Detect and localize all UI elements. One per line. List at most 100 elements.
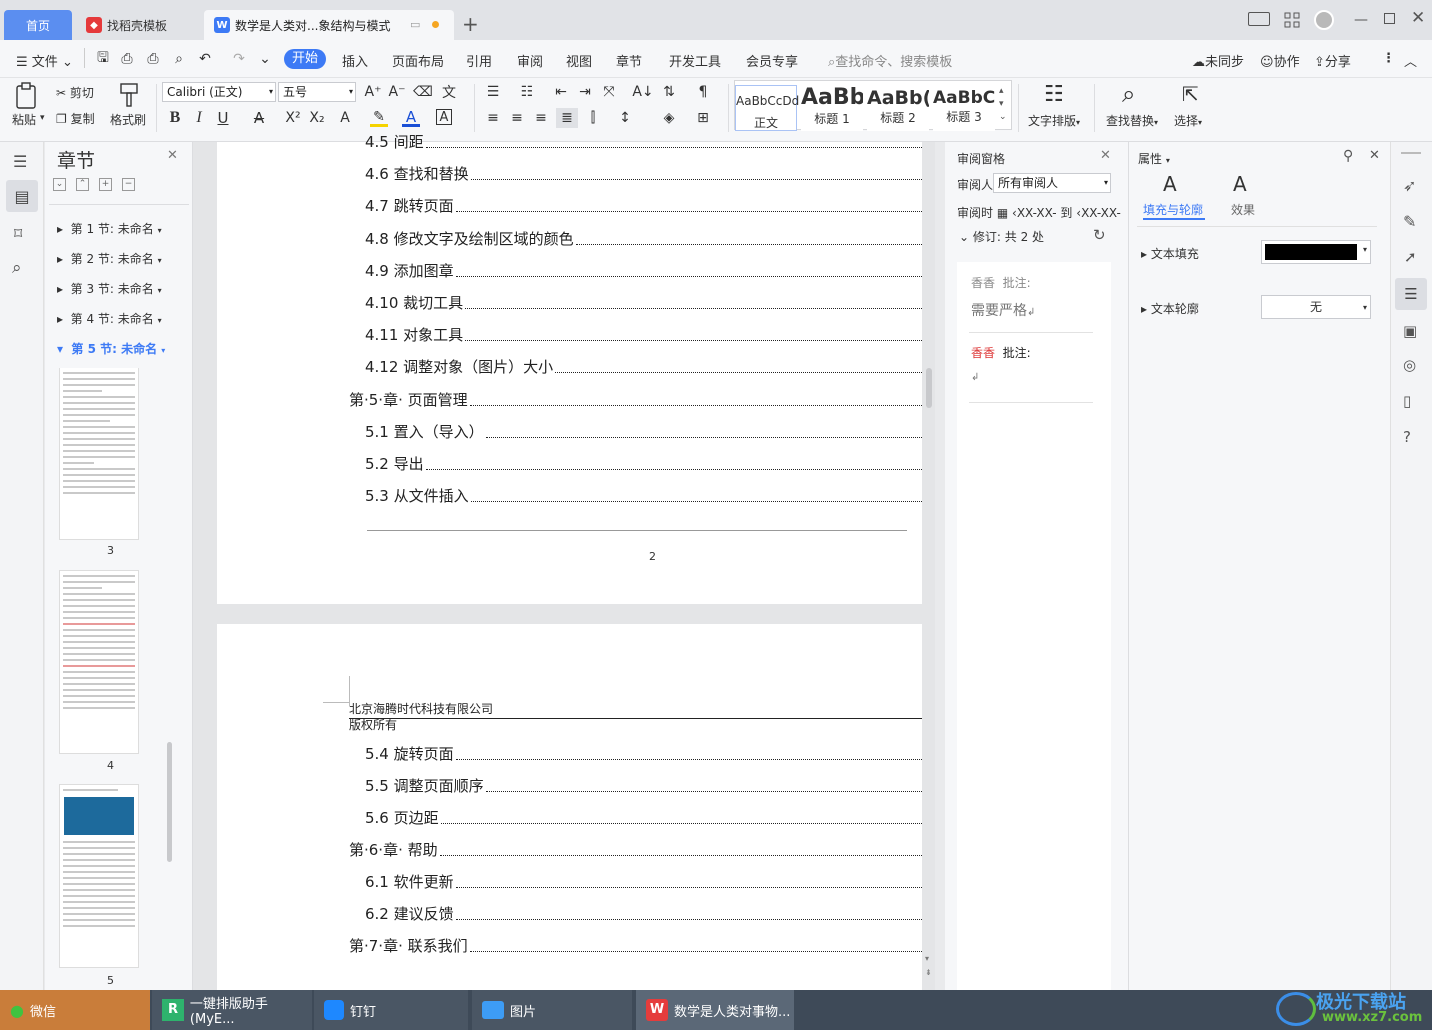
toc-entry[interactable]: 4.9 添加图章 [365, 261, 922, 281]
collapse-all-icon[interactable]: ⌄ [53, 178, 66, 191]
save-icon[interactable]: 🖫 [94, 50, 112, 68]
text-layout-icon[interactable]: ☷ [1044, 82, 1064, 107]
tab-start[interactable]: 开始 [284, 49, 326, 69]
chapter-panel-close-icon[interactable]: ✕ [167, 148, 178, 163]
font-family-select[interactable]: Calibri (正文) ▾ [162, 82, 276, 102]
copy-button[interactable]: ❐ 复制 [56, 110, 95, 127]
distributed-align-icon[interactable]: ⫿ [584, 109, 602, 127]
header-company[interactable]: 北京海腾时代科技有限公司 [349, 700, 493, 717]
document-scrollbar[interactable] [926, 368, 932, 408]
maximize-icon[interactable] [1384, 13, 1395, 24]
collab-button[interactable]: ☺协作 [1260, 51, 1300, 70]
text-fill-color-picker[interactable]: ▾ [1261, 240, 1371, 264]
bullet-list-icon[interactable]: ☰ [484, 83, 502, 101]
italic-icon[interactable]: I [190, 109, 208, 127]
tab-insert[interactable]: 插入 [342, 51, 368, 70]
toc-entry[interactable]: 4.5 间距 [365, 132, 922, 152]
tab-view[interactable]: 视图 [566, 51, 592, 70]
help-icon[interactable]: ? [1403, 428, 1411, 446]
time-to[interactable]: ‹XX-XX- [1076, 206, 1121, 220]
borders-icon[interactable]: ⊞ [694, 109, 712, 127]
export-pdf-icon[interactable]: ⎙ [118, 50, 136, 68]
tab-references[interactable]: 引用 [466, 51, 492, 70]
toc-entry[interactable]: 4.7 跳转页面 [365, 196, 922, 216]
print-preview-icon[interactable]: ⌕ [170, 50, 188, 68]
pen-icon[interactable]: ✎ [1403, 212, 1416, 231]
toc-entry[interactable]: 6.2 建议反馈 [365, 904, 922, 924]
book-icon[interactable]: ▯ [1403, 392, 1411, 410]
text-fill-toggle[interactable]: ▸ 文本填充 [1141, 245, 1199, 262]
text-outline-select[interactable]: 无 ▾ [1261, 295, 1371, 319]
style-icon[interactable]: ▣ [1403, 322, 1417, 340]
comment-2-text[interactable]: ↲ [971, 372, 979, 383]
calendar-icon[interactable]: ▦ [997, 206, 1008, 220]
taskbar-pictures[interactable]: 图片 [472, 990, 632, 1030]
tab-review[interactable]: 审阅 [517, 51, 543, 70]
command-search[interactable]: ⌕查找命令、搜索模板 [828, 51, 952, 70]
paste-dropdown-icon[interactable]: ▾ [40, 113, 45, 123]
select-cursor-icon[interactable]: ⇱ [1182, 82, 1199, 106]
page-thumbnail-3[interactable] [59, 368, 139, 540]
underline-icon[interactable]: U [214, 109, 232, 127]
clear-format-icon[interactable]: ⌫ [413, 83, 433, 101]
tab-member[interactable]: 会员专享 [746, 51, 798, 70]
properties-title[interactable]: 属性 ▾ [1138, 150, 1170, 167]
style-heading-1[interactable]: AaBb 标题 1 [801, 85, 863, 131]
line-spacing-icon[interactable]: ↕ [616, 109, 634, 127]
toc-entry[interactable]: 4.8 修改文字及绘制区域的颜色 [365, 229, 922, 249]
toc-entry[interactable]: 5.5 调整页面顺序 [365, 776, 922, 796]
decrease-indent-icon[interactable]: ⇤ [552, 83, 570, 101]
text-outline-toggle[interactable]: ▸ 文本轮廓 [1141, 300, 1199, 317]
align-center-icon[interactable]: ≡ [508, 109, 526, 127]
scroll-down-icon[interactable]: ▾ [925, 954, 929, 963]
file-menu[interactable]: ☰ 文件 ⌄ [16, 51, 73, 70]
superscript-icon[interactable]: X² [284, 109, 302, 127]
taskbar-dingtalk[interactable]: 钉钉 [314, 990, 468, 1030]
grow-font-icon[interactable]: A⁺ [364, 83, 382, 101]
apps-grid-icon[interactable] [1284, 12, 1300, 28]
text-layout-button[interactable]: 文字排版▾ [1028, 112, 1080, 129]
next-page-icon[interactable]: ⇟ [925, 968, 932, 977]
section-item-1[interactable]: ▸ 第 1 节: 未命名 ▾ [57, 220, 162, 237]
text-direction-icon[interactable]: A↓ [632, 83, 653, 101]
page-thumbnail-4[interactable] [59, 570, 139, 754]
tab-document[interactable]: W 数学是人类对...象结构与模式 ▭ [204, 10, 454, 40]
screen-icon[interactable]: ▭ [410, 18, 420, 31]
outline-icon[interactable]: ☰ [13, 152, 27, 171]
toc-entry[interactable]: 5.4 旋转页面 [365, 744, 922, 764]
collapse-ribbon-icon[interactable]: ︿ [1404, 51, 1417, 70]
tab-home[interactable]: 首页 [4, 10, 72, 40]
close-icon[interactable]: ✕ [1411, 8, 1425, 28]
char-border-icon[interactable]: A [436, 109, 452, 125]
chinese-layout-icon[interactable]: ⤧ [600, 83, 618, 101]
font-size-select[interactable]: 五号 ▾ [278, 82, 356, 102]
tab-page-layout[interactable]: 页面布局 [392, 51, 444, 70]
revisions-toggle[interactable]: ⌄ 修订: 共 2 处 [959, 228, 1044, 245]
section-item-4[interactable]: ▸ 第 4 节: 未命名 ▾ [57, 310, 162, 327]
toc-entry[interactable]: 第·6·章· 帮助 [349, 840, 922, 860]
format-painter-label[interactable]: 格式刷 [110, 111, 146, 128]
properties-sliders-icon[interactable]: ☰ [1395, 278, 1427, 310]
style-heading-2[interactable]: AaBb( 标题 2 [867, 85, 929, 131]
cursor-icon[interactable]: ➚ [1404, 248, 1417, 266]
shrink-font-icon[interactable]: A⁻ [388, 83, 406, 101]
increase-indent-icon[interactable]: ⇥ [576, 83, 594, 101]
shading-icon[interactable]: ◈ [660, 109, 678, 127]
bookmark-icon[interactable]: ⌑ [14, 224, 22, 243]
add-section-icon[interactable]: + [99, 178, 112, 191]
toc-entry[interactable]: 第·5·章· 页面管理 [349, 390, 922, 410]
section-item-5[interactable]: ▾ 第 5 节: 未命名 ▾ [57, 340, 165, 357]
customize-qat-icon[interactable]: ⌄ [256, 50, 274, 68]
toc-entry[interactable]: 4.6 查找和替换 [365, 164, 922, 184]
share-button[interactable]: ⇪分享 [1314, 51, 1351, 70]
tab-fill-outline[interactable]: 填充与轮廓 [1143, 201, 1203, 218]
tab-devtools[interactable]: 开发工具 [669, 51, 721, 70]
bold-icon[interactable]: B [166, 109, 184, 127]
rocket-icon[interactable]: ➶ [1403, 176, 1416, 195]
sync-status[interactable]: ☁未同步 [1192, 51, 1244, 70]
toc-entry[interactable]: 4.12 调整对象（图片）大小 [365, 357, 922, 377]
align-right-icon[interactable]: ≡ [532, 109, 550, 127]
sort-icon[interactable]: ⇅ [660, 83, 678, 101]
phonetic-icon[interactable]: 文 [440, 83, 458, 101]
tab-template[interactable]: ◆ 找稻壳模板 [76, 10, 200, 40]
